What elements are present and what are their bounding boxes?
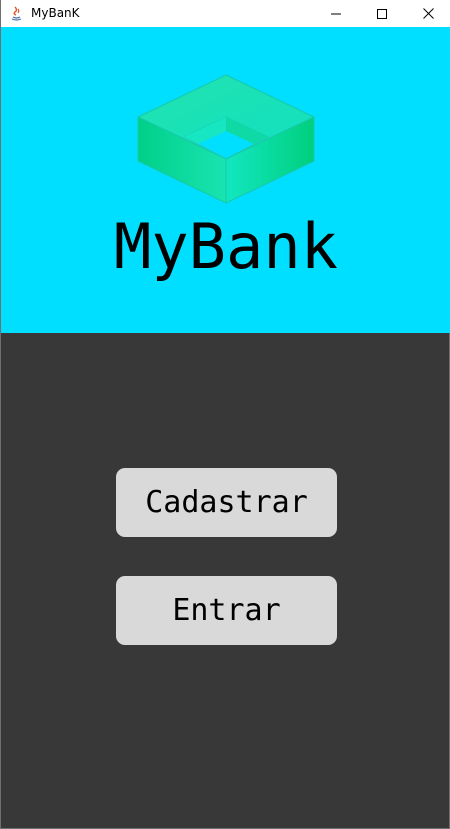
maximize-icon xyxy=(377,4,387,23)
brand-header: MyBank xyxy=(1,27,450,333)
login-button[interactable]: Entrar xyxy=(116,576,337,645)
brand-name: MyBank xyxy=(114,210,338,283)
java-app-icon xyxy=(9,5,24,21)
close-button[interactable] xyxy=(405,0,450,27)
maximize-button[interactable] xyxy=(359,0,405,27)
app-window: MyBanK MyBank Cadastrar Entrar xyxy=(0,0,450,829)
minimize-icon xyxy=(331,4,341,23)
title-bar[interactable]: MyBanK xyxy=(1,0,450,27)
close-icon xyxy=(422,4,434,23)
cube-ring-logo-icon xyxy=(136,73,316,205)
window-title: MyBanK xyxy=(31,6,80,20)
minimize-button[interactable] xyxy=(313,0,359,27)
register-button[interactable]: Cadastrar xyxy=(116,468,337,537)
